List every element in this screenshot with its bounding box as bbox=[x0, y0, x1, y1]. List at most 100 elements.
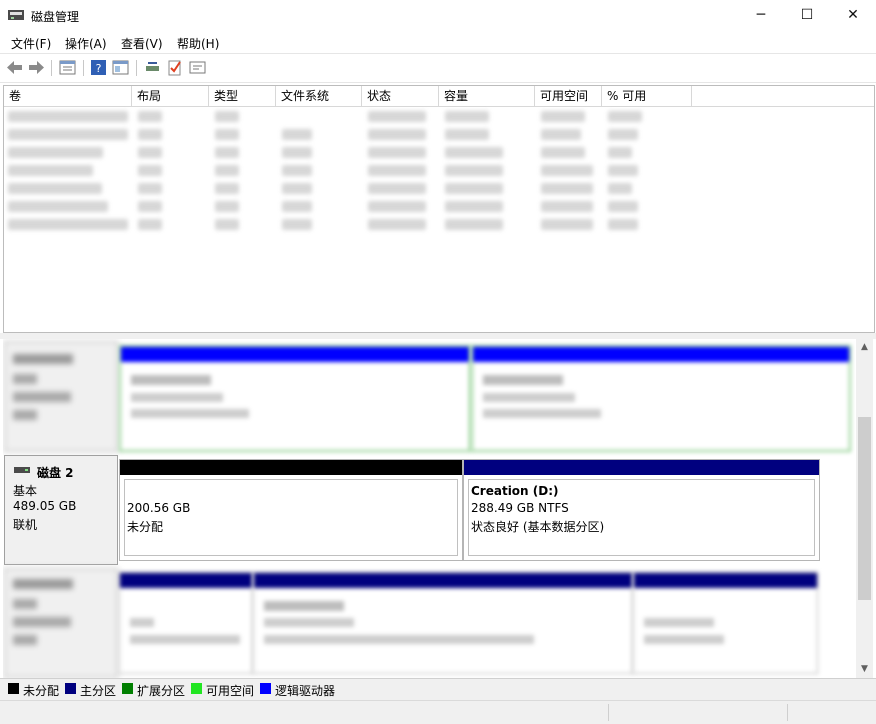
maximize-button[interactable]: ☐ bbox=[784, 0, 830, 31]
partition-creation-d[interactable]: Creation (D:) 288.49 GB NTFS 状态良好 (基本数据分… bbox=[463, 459, 820, 561]
back-icon[interactable] bbox=[6, 59, 23, 76]
volume-cell bbox=[215, 201, 239, 212]
column-filesystem[interactable]: 文件系统 bbox=[276, 86, 362, 106]
blurred-text bbox=[131, 409, 249, 418]
partition-color-bar bbox=[464, 460, 819, 475]
volume-cell bbox=[445, 165, 503, 176]
legend-label-extended: 扩展分区 bbox=[137, 684, 186, 698]
legend-swatch-extended bbox=[122, 683, 133, 694]
partition-blurred[interactable] bbox=[253, 572, 633, 674]
volume-cell bbox=[215, 147, 239, 158]
partition-blurred[interactable] bbox=[471, 345, 851, 452]
blurred-text bbox=[644, 618, 714, 627]
scrollbar-thumb[interactable] bbox=[858, 417, 871, 600]
volume-row[interactable] bbox=[4, 162, 704, 180]
volume-cell bbox=[445, 219, 503, 230]
menu-help[interactable]: 帮助(H) bbox=[177, 35, 219, 52]
volume-row[interactable] bbox=[4, 180, 704, 198]
blurred-text bbox=[264, 635, 534, 644]
blurred-text bbox=[264, 601, 344, 611]
legend-swatch-logical bbox=[260, 683, 271, 694]
partition-blurred[interactable] bbox=[119, 572, 253, 674]
legend-swatch-primary bbox=[65, 683, 76, 694]
toolbar-separator bbox=[51, 60, 52, 76]
connect-icon[interactable] bbox=[144, 59, 161, 76]
menu-view[interactable]: 查看(V) bbox=[121, 35, 163, 52]
volume-cell bbox=[215, 165, 239, 176]
volume-cell bbox=[608, 147, 632, 158]
volume-cell bbox=[445, 201, 503, 212]
toolbar: ? bbox=[0, 53, 876, 83]
volume-cell bbox=[608, 183, 632, 194]
column-layout[interactable]: 布局 bbox=[132, 86, 209, 106]
svg-text:?: ? bbox=[96, 62, 102, 75]
blurred-text bbox=[483, 393, 575, 402]
volume-row[interactable] bbox=[4, 216, 704, 234]
legend-swatch-unallocated bbox=[8, 683, 19, 694]
volume-row[interactable] bbox=[4, 198, 704, 216]
column-free-space[interactable]: 可用空间 bbox=[535, 86, 602, 106]
volume-cell bbox=[138, 147, 162, 158]
properties-list-icon[interactable] bbox=[59, 59, 76, 76]
column-percent-free[interactable]: % 可用 bbox=[602, 86, 692, 106]
blurred-text bbox=[13, 392, 71, 402]
volume-row[interactable] bbox=[4, 126, 704, 144]
status-bar bbox=[0, 700, 876, 724]
disk-label-blurred[interactable] bbox=[4, 568, 118, 678]
volume-cell bbox=[608, 129, 638, 140]
disk-label-blurred[interactable] bbox=[4, 341, 118, 452]
column-capacity[interactable]: 容量 bbox=[439, 86, 535, 106]
unallocated-partition[interactable]: 200.56 GB 未分配 bbox=[119, 459, 463, 561]
volume-cell bbox=[8, 111, 128, 122]
disk-status: 联机 bbox=[13, 518, 38, 532]
volume-cell bbox=[368, 183, 426, 194]
scroll-down-icon[interactable]: ▼ bbox=[856, 661, 873, 678]
check-icon[interactable] bbox=[166, 59, 183, 76]
volume-cell bbox=[541, 219, 593, 230]
volume-cell bbox=[282, 165, 312, 176]
blurred-text bbox=[483, 409, 601, 418]
scroll-up-icon[interactable]: ▲ bbox=[856, 339, 873, 356]
volume-cell bbox=[282, 219, 312, 230]
forward-icon[interactable] bbox=[28, 59, 45, 76]
column-type[interactable]: 类型 bbox=[209, 86, 276, 106]
legend-label-primary: 主分区 bbox=[80, 684, 117, 698]
unallocated-label: 未分配 bbox=[127, 520, 164, 534]
partition-blurred[interactable] bbox=[119, 345, 471, 452]
settings-icon[interactable] bbox=[189, 59, 206, 76]
volume-cell bbox=[541, 129, 581, 140]
volume-list-header: 卷 布局 类型 文件系统 状态 容量 可用空间 % 可用 bbox=[4, 86, 874, 107]
volume-cell bbox=[541, 201, 593, 212]
title-bar: 磁盘管理 ─ ☐ ✕ bbox=[0, 0, 876, 31]
blurred-text bbox=[131, 375, 211, 385]
column-volume[interactable]: 卷 bbox=[4, 86, 132, 106]
volume-cell bbox=[138, 111, 162, 122]
volume-row[interactable] bbox=[4, 144, 704, 162]
volume-cell bbox=[608, 201, 638, 212]
blurred-text bbox=[13, 374, 37, 384]
volume-cell bbox=[445, 111, 489, 122]
close-button[interactable]: ✕ bbox=[830, 0, 876, 31]
menu-file[interactable]: 文件(F) bbox=[11, 35, 51, 52]
volume-row[interactable] bbox=[4, 108, 704, 126]
partition-color-bar bbox=[121, 347, 469, 362]
partition-inner-frame bbox=[124, 479, 458, 556]
volume-cell bbox=[368, 147, 426, 158]
menu-action[interactable]: 操作(A) bbox=[65, 35, 107, 52]
volume-cell bbox=[215, 219, 239, 230]
volume-cell bbox=[541, 165, 593, 176]
volume-cell bbox=[8, 147, 103, 158]
help-icon[interactable]: ? bbox=[90, 59, 107, 76]
disk-2-label[interactable]: 磁盘 2 基本 489.05 GB 联机 bbox=[4, 455, 118, 565]
console-icon[interactable] bbox=[112, 59, 129, 76]
disk-map-scrollbar[interactable]: ▲ ▼ bbox=[856, 339, 873, 678]
toolbar-separator bbox=[136, 60, 137, 76]
partition-color-bar bbox=[254, 573, 632, 588]
partition-status: 状态良好 (基本数据分区) bbox=[471, 520, 605, 534]
minimize-button[interactable]: ─ bbox=[738, 0, 784, 31]
disk-icon bbox=[14, 467, 30, 473]
partition-color-bar bbox=[120, 573, 252, 588]
blurred-text bbox=[13, 410, 37, 420]
column-status[interactable]: 状态 bbox=[362, 86, 439, 106]
partition-blurred[interactable] bbox=[633, 572, 818, 674]
